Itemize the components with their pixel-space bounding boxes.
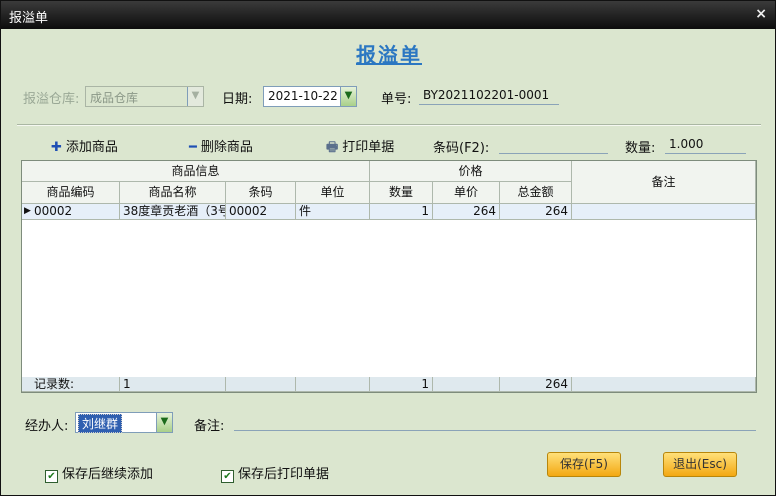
header-price: 价格 <box>370 161 572 182</box>
add-product-button[interactable]: ✚ 添加商品 <box>51 136 118 155</box>
dialog-window: 报溢单 × 报溢单 报溢仓库: 成品仓库 ▼ 日期: 2021-10-22 ▼ … <box>0 0 776 496</box>
column-header[interactable]: 单价 <box>433 182 500 204</box>
cell-total[interactable]: 264 <box>500 204 572 220</box>
quantity-input[interactable]: 1.000 <box>665 137 746 154</box>
footer-label: 记录数: <box>22 377 120 392</box>
print-after-save-checkbox[interactable]: ✔ 保存后打印单据 <box>221 463 329 483</box>
chevron-down-icon[interactable]: ▼ <box>340 87 356 106</box>
barcode-input[interactable] <box>499 137 608 154</box>
number-label: 单号: <box>381 92 412 107</box>
plus-icon: ✚ <box>51 140 62 155</box>
chevron-down-icon[interactable]: ▼ <box>156 413 172 432</box>
footer-total: 264 <box>500 377 572 392</box>
title-bar[interactable]: 报溢单 × <box>1 1 775 29</box>
warehouse-label: 报溢仓库: <box>23 92 80 107</box>
column-header[interactable]: 商品编码 <box>22 182 120 204</box>
cell-remark[interactable] <box>572 204 756 220</box>
remark-label: 备注: <box>194 419 225 434</box>
handler-value: 刘继群 <box>78 414 123 433</box>
window-title: 报溢单 <box>9 11 49 26</box>
cell-name[interactable]: 38度章贡老酒（3号 <box>120 204 226 220</box>
table-row[interactable]: ▶ 00002 <box>22 204 120 220</box>
page-title: 报溢单 <box>356 43 422 67</box>
date-label: 日期: <box>222 92 253 107</box>
footer-cell <box>226 377 296 392</box>
print-after-save-label: 保存后打印单据 <box>238 467 330 482</box>
header-product-info: 商品信息 <box>22 161 370 182</box>
date-value: 2021-10-22 <box>268 89 338 103</box>
header-remark: 备注 <box>572 161 756 204</box>
printer-icon: 🖶 <box>326 140 339 155</box>
column-header[interactable]: 条码 <box>226 182 296 204</box>
chevron-down-icon: ▼ <box>187 87 203 106</box>
cell-unit[interactable]: 件 <box>296 204 370 220</box>
print-label: 打印单据 <box>342 140 395 155</box>
handler-label: 经办人: <box>25 419 69 434</box>
continue-add-label: 保存后继续添加 <box>62 467 154 482</box>
footer-cell <box>572 377 756 392</box>
footer-cell <box>296 377 370 392</box>
cell-price[interactable]: 264 <box>433 204 500 220</box>
footer-qty: 1 <box>370 377 433 392</box>
footer-count: 1 <box>120 377 226 392</box>
cell-code: 00002 <box>34 204 73 218</box>
divider <box>17 124 761 126</box>
column-header[interactable]: 数量 <box>370 182 433 204</box>
column-header[interactable]: 单位 <box>296 182 370 204</box>
quantity-label: 数量: <box>625 141 656 156</box>
footer-cell <box>433 377 500 392</box>
save-button[interactable]: 保存(F5) <box>547 452 621 477</box>
minus-icon: ━ <box>189 140 197 155</box>
warehouse-select: 成品仓库 ▼ <box>85 86 204 107</box>
checkmark-icon: ✔ <box>45 470 58 483</box>
print-button[interactable]: 🖶 打印单据 <box>326 136 394 160</box>
order-number-field: BY2021102201-0001 <box>419 88 559 105</box>
column-header[interactable]: 总金额 <box>500 182 572 204</box>
delete-product-label: 删除商品 <box>200 140 253 155</box>
checkmark-icon: ✔ <box>221 470 234 483</box>
cell-barcode[interactable]: 00002 <box>226 204 296 220</box>
cell-qty[interactable]: 1 <box>370 204 433 220</box>
continue-add-checkbox[interactable]: ✔ 保存后继续添加 <box>45 463 153 483</box>
add-product-label: 添加商品 <box>65 140 118 155</box>
row-pointer-icon: ▶ <box>24 206 31 216</box>
warehouse-value: 成品仓库 <box>90 91 139 105</box>
remark-input[interactable] <box>234 414 756 431</box>
product-table[interactable]: 商品信息 价格 备注 商品编码 商品名称 条码 单位 数量 单价 总金额 ▶ 0… <box>21 160 757 393</box>
barcode-label: 条码(F2): <box>433 141 490 156</box>
exit-button[interactable]: 退出(Esc) <box>663 452 737 477</box>
column-header[interactable]: 商品名称 <box>120 182 226 204</box>
date-picker[interactable]: 2021-10-22 ▼ <box>263 86 357 107</box>
close-icon[interactable]: × <box>755 6 767 22</box>
handler-select[interactable]: 刘继群 ▼ <box>75 412 173 433</box>
delete-product-button[interactable]: ━ 删除商品 <box>189 136 253 155</box>
